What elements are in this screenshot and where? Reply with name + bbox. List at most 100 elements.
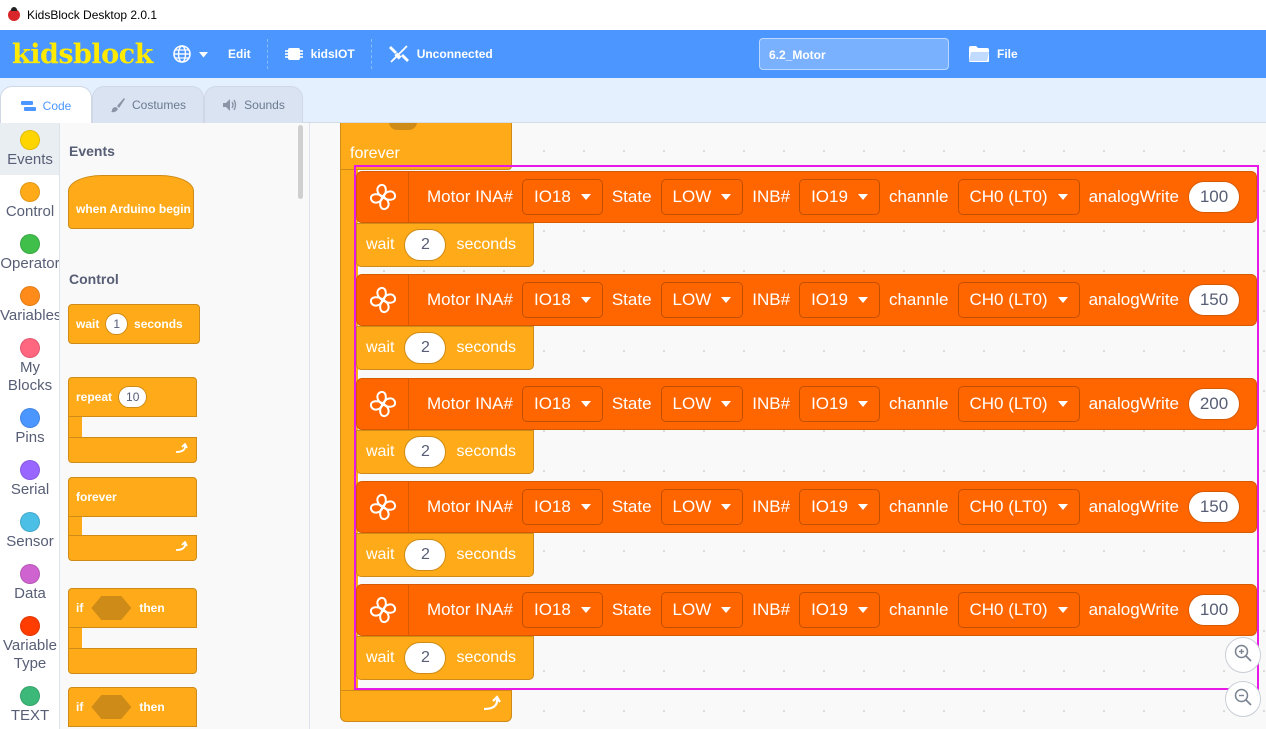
category-pins[interactable]: Pins	[0, 408, 59, 447]
category-my-blocks[interactable]: My Blocks	[0, 338, 59, 395]
category-variable-type[interactable]: Variable Type	[0, 616, 59, 673]
block-label: when Arduino begin	[76, 202, 191, 216]
palette-heading-control: Control	[69, 271, 119, 287]
category-operator[interactable]: Operator	[0, 234, 60, 273]
tab-code-label: Code	[42, 98, 72, 113]
category-events[interactable]: Events	[0, 123, 59, 175]
file-menu[interactable]: File	[958, 30, 1028, 78]
my-blocks-dot-icon	[20, 338, 40, 358]
project-title-input[interactable]: 6.2_Motor	[759, 38, 949, 70]
menubar: kidsblock Edit kidsIOT Unconnected 6.2_M…	[0, 30, 1266, 78]
if-block-head: if then	[68, 687, 197, 727]
block-label: if	[76, 700, 84, 714]
tab-costumes-label: Costumes	[131, 98, 187, 112]
kidsiot-menu[interactable]: kidsIOT	[274, 30, 365, 78]
wait-block[interactable]: wait 1 seconds	[68, 304, 200, 344]
condition-slot[interactable]	[91, 695, 132, 719]
when-arduino-begin-block[interactable]: when Arduino begin	[68, 175, 194, 229]
menu-divider	[266, 39, 268, 69]
window-title: KidsBlock Desktop 2.0.1	[27, 8, 158, 22]
operator-dot-icon	[20, 234, 40, 254]
block-label: seconds	[134, 317, 183, 331]
category-label: Control	[5, 203, 55, 220]
events-dot-icon	[20, 130, 40, 150]
window-titlebar: KidsBlock Desktop 2.0.1	[0, 0, 1266, 30]
category-label: Serial	[10, 481, 50, 498]
folder-icon	[968, 45, 990, 63]
edit-menu-label: Edit	[228, 47, 251, 61]
connection-status: Unconnected	[416, 47, 493, 61]
category-label: My Blocks	[7, 359, 53, 394]
block-label: wait	[76, 317, 100, 331]
category-label: Sensor	[6, 533, 54, 550]
zoom-out-icon	[1234, 688, 1252, 711]
app-logo[interactable]: kidsblock	[12, 39, 162, 70]
forever-block-head[interactable]: forever	[340, 123, 512, 170]
palette-scrollbar[interactable]	[298, 125, 303, 199]
loop-arrow-icon	[174, 539, 188, 556]
block-arm	[68, 417, 82, 437]
block-palette: Events when Arduino begin Control wait 1…	[60, 123, 310, 729]
condition-slot[interactable]	[91, 596, 132, 620]
tab-sounds[interactable]: Sounds	[204, 86, 303, 123]
variable-type-dot-icon	[20, 616, 40, 636]
chip-icon	[284, 45, 304, 63]
category-variables[interactable]: Variables	[0, 286, 60, 325]
sensor-dot-icon	[20, 512, 40, 532]
forever-block-head: forever	[68, 477, 197, 517]
tab-sounds-label: Sounds	[244, 98, 285, 112]
chevron-down-icon	[199, 47, 208, 61]
block-arm	[68, 517, 82, 535]
category-label: Events	[7, 151, 53, 168]
repeat-input[interactable]: 10	[118, 386, 148, 408]
tab-code[interactable]: Code	[0, 86, 92, 124]
forever-block-foot	[68, 535, 197, 561]
forever-block-foot	[340, 690, 512, 722]
category-label: Pins	[15, 429, 45, 446]
block-arm	[68, 628, 82, 648]
language-menu[interactable]	[162, 30, 218, 78]
category-control[interactable]: Control	[0, 182, 59, 221]
selection-highlight	[354, 165, 1259, 690]
category-label: Variable Type	[3, 637, 57, 672]
pins-dot-icon	[20, 408, 40, 428]
loop-arrow-icon	[174, 441, 188, 458]
category-sensor[interactable]: Sensor	[0, 512, 59, 551]
forever-label: forever	[350, 145, 400, 162]
category-label: Operator	[0, 255, 60, 272]
brush-icon	[110, 97, 126, 113]
unplugged-icon	[388, 43, 410, 65]
category-label: TEXT	[10, 707, 50, 724]
editor-tabbar: Code Costumes Sounds	[0, 78, 1266, 124]
menu-divider	[370, 39, 372, 69]
serial-dot-icon	[20, 460, 40, 480]
category-data[interactable]: Data	[0, 564, 59, 603]
category-serial[interactable]: Serial	[0, 460, 59, 499]
zoom-out-button[interactable]	[1225, 681, 1261, 717]
connection-menu[interactable]: Unconnected	[378, 30, 503, 78]
tab-costumes[interactable]: Costumes	[92, 86, 204, 123]
script-workspace[interactable]: forever Motor INA# IO18 State LOW INB# I…	[310, 123, 1266, 729]
wait-input[interactable]: 1	[105, 313, 129, 335]
block-label: repeat	[76, 390, 113, 404]
if-block-foot	[68, 648, 197, 674]
speaker-icon	[222, 98, 238, 112]
category-menu: Events Control Operator Variables My Blo…	[0, 123, 60, 729]
loop-arrow-icon	[481, 694, 501, 718]
file-label: File	[997, 47, 1018, 61]
repeat-block-foot	[68, 437, 197, 463]
globe-icon	[172, 44, 192, 64]
zoom-in-button[interactable]	[1225, 637, 1261, 673]
category-label: Variables	[0, 307, 60, 324]
data-dot-icon	[20, 564, 40, 584]
text-dot-icon	[20, 686, 40, 706]
category-label: Data	[14, 585, 46, 602]
category-text[interactable]: TEXT	[0, 686, 59, 725]
block-label: then	[139, 700, 165, 714]
block-label: then	[139, 601, 165, 615]
zoom-in-icon	[1234, 644, 1252, 667]
ladybug-icon	[8, 7, 20, 21]
block-label: forever	[76, 490, 117, 504]
block-notch	[389, 123, 417, 130]
edit-menu[interactable]: Edit	[218, 30, 261, 78]
